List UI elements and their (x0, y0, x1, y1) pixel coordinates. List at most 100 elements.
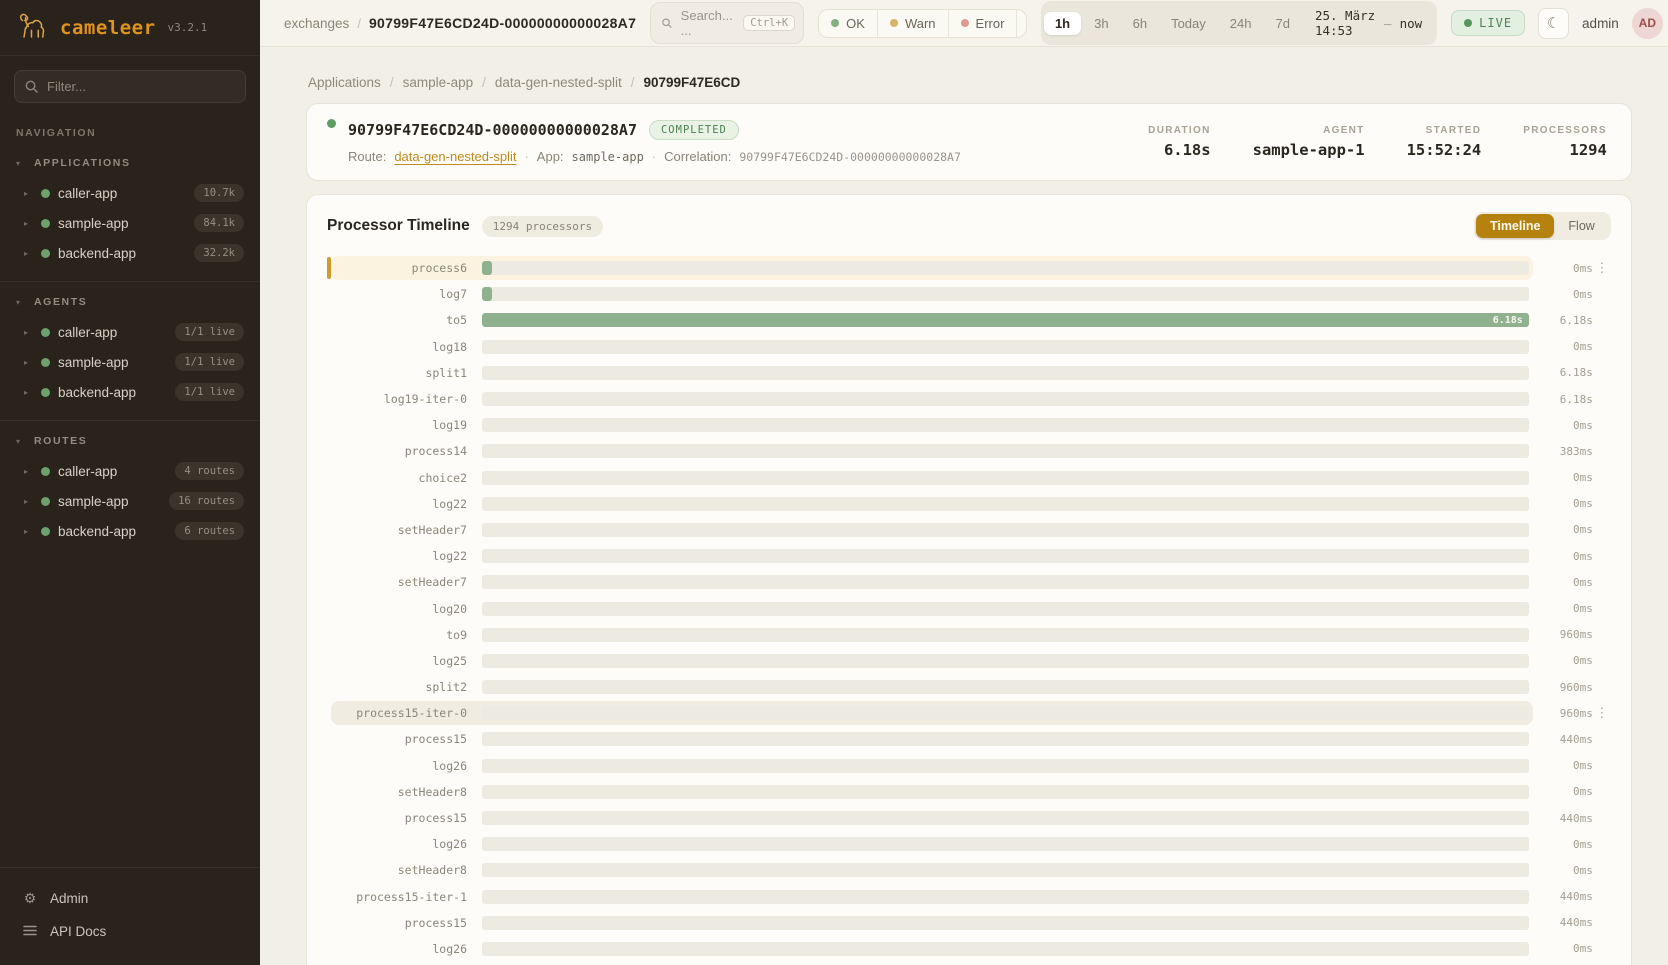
sidebar-item-sample-app[interactable]: ▸ sample-app 16 routes (10, 487, 250, 515)
sidebar-item-caller-app[interactable]: ▸ caller-app 10.7k (10, 179, 250, 207)
duration-value: 383ms (1543, 445, 1593, 458)
breadcrumb-sample-app[interactable]: sample-app (403, 75, 474, 90)
theme-toggle-button[interactable]: ☾ (1538, 8, 1569, 39)
camel-logo-icon (16, 10, 50, 45)
timeline-row-log22[interactable]: log22 0ms ⋮ (339, 543, 1611, 569)
processor-name: setHeader7 (339, 523, 467, 537)
breadcrumb-exchanges[interactable]: exchanges (284, 16, 349, 31)
filter-info[interactable] (1016, 10, 1027, 37)
search-box[interactable]: Search... ... Ctrl+K (650, 2, 804, 44)
duration-value: 0ms (1543, 471, 1593, 484)
timeline-row-setHeader8[interactable]: setHeader8 0ms ⋮ (339, 857, 1611, 883)
timeline-row-log26[interactable]: log26 0ms ⋮ (339, 936, 1611, 962)
navigation-label: NAVIGATION (0, 109, 260, 143)
route-link[interactable]: data-gen-nested-split (394, 149, 516, 164)
duration-track (482, 340, 1529, 354)
avatar[interactable]: AD (1632, 8, 1663, 39)
timeline-row-log22[interactable]: log22 0ms ⋮ (339, 491, 1611, 517)
tab-range-6h[interactable]: 6h (1122, 12, 1158, 35)
timeline-row-to5[interactable]: to5 6.18s 6.18s ⋮ (339, 307, 1611, 333)
tab-range-1h[interactable]: 1h (1044, 12, 1081, 35)
sidebar-section-label: ROUTES (34, 435, 87, 447)
sidebar-item-caller-app[interactable]: ▸ caller-app 4 routes (10, 457, 250, 485)
breadcrumb-route[interactable]: data-gen-nested-split (495, 75, 622, 90)
sidebar-sections: ▾ APPLICATIONS ▸ caller-app 10.7k ▸ samp… (0, 143, 260, 559)
timeline-row-split2[interactable]: split2 960ms ⋮ (339, 674, 1611, 700)
chevron-right-icon: ▸ (24, 189, 33, 198)
chevron-right-icon: ▸ (24, 527, 33, 536)
status-filter-group: OK Warn Error (818, 9, 1027, 38)
processor-name: log19 (339, 418, 467, 432)
duration-value: 960ms (1543, 628, 1593, 641)
sidebar: cameleer v3.2.1 NAVIGATION ▾ APPLICATION… (0, 0, 260, 965)
sidebar-section-header[interactable]: ▾ AGENTS (10, 292, 250, 316)
timeline-row-log19-iter-0[interactable]: log19-iter-0 6.18s ⋮ (339, 386, 1611, 412)
timeline-row-to9[interactable]: to9 960ms ⋮ (339, 622, 1611, 648)
sidebar-item-backend-app[interactable]: ▸ backend-app 1/1 live (10, 378, 250, 406)
filter-warn[interactable]: Warn (877, 10, 948, 37)
timeline-row-log18[interactable]: log18 0ms ⋮ (339, 334, 1611, 360)
kebab-menu-icon[interactable]: ⋮ (1593, 260, 1611, 276)
sidebar-section-header[interactable]: ▾ APPLICATIONS (10, 153, 250, 177)
breadcrumb-applications[interactable]: Applications (308, 75, 381, 90)
processor-name: setHeader7 (339, 575, 467, 589)
processor-name: setHeader8 (339, 785, 467, 799)
status-dot-icon (41, 358, 50, 367)
chevron-right-icon: ▸ (24, 467, 33, 476)
timeline-row-log26[interactable]: log26 0ms ⋮ (339, 753, 1611, 779)
sidebar-item-sample-app[interactable]: ▸ sample-app 84.1k (10, 209, 250, 237)
timeline-row-split1[interactable]: split1 6.18s ⋮ (339, 360, 1611, 386)
duration-value: 0ms (1543, 838, 1593, 851)
timeline-row-log26[interactable]: log26 0ms ⋮ (339, 831, 1611, 857)
stat-agent: AGENTsample-app-1 (1253, 125, 1365, 159)
tab-range-today[interactable]: Today (1160, 12, 1217, 35)
sidebar-section-header[interactable]: ▾ ROUTES (10, 431, 250, 455)
timeline-row-process15-iter-1[interactable]: process15-iter-1 440ms ⋮ (339, 884, 1611, 910)
logo[interactable]: cameleer v3.2.1 (0, 0, 260, 56)
duration-value: 0ms (1543, 576, 1593, 589)
kebab-menu-icon[interactable]: ⋮ (1593, 705, 1611, 721)
timeline-row-log20[interactable]: log20 0ms ⋮ (339, 595, 1611, 621)
processor-name: process15 (339, 732, 467, 746)
duration-value: 0ms (1543, 942, 1593, 955)
sidebar-item-backend-app[interactable]: ▸ backend-app 6 routes (10, 517, 250, 545)
tab-flow-view[interactable]: Flow (1554, 214, 1608, 238)
filter-error[interactable]: Error (948, 10, 1017, 37)
duration-value: 960ms (1543, 681, 1593, 694)
timeline-row-process15[interactable]: process15 440ms ⋮ (339, 726, 1611, 752)
status-badge: COMPLETED (649, 120, 739, 140)
filter-input[interactable] (14, 70, 246, 103)
timeline-row-process6[interactable]: process6 0ms ⋮ (339, 255, 1611, 281)
processor-name: process15-iter-0 (339, 706, 467, 720)
timeline-row-log7[interactable]: log7 0ms ⋮ (339, 281, 1611, 307)
sidebar-item-sample-app[interactable]: ▸ sample-app 1/1 live (10, 348, 250, 376)
timeline-row-setHeader7[interactable]: setHeader7 0ms ⋮ (339, 517, 1611, 543)
timeline-row-process15-iter-0[interactable]: process15-iter-0 960ms ⋮ (339, 700, 1611, 726)
sidebar-item-caller-app[interactable]: ▸ caller-app 1/1 live (10, 318, 250, 346)
tab-range-3h[interactable]: 3h (1083, 12, 1119, 35)
status-dot-icon (41, 219, 50, 228)
duration-value: 0ms (1543, 497, 1593, 510)
tab-range-7d[interactable]: 7d (1264, 12, 1300, 35)
timeline-row-log25[interactable]: log25 0ms ⋮ (339, 648, 1611, 674)
tab-timeline-view[interactable]: Timeline (1476, 214, 1554, 238)
timeline-row-process15[interactable]: process15 440ms ⋮ (339, 805, 1611, 831)
duration-value: 0ms (1543, 602, 1593, 615)
timeline-row-setHeader7[interactable]: setHeader7 0ms ⋮ (339, 569, 1611, 595)
processor-name: log26 (339, 837, 467, 851)
timeline-row-process14[interactable]: process14 383ms ⋮ (339, 438, 1611, 464)
timeline-row-process15[interactable]: process15 440ms ⋮ (339, 910, 1611, 936)
sidebar-item-admin[interactable]: ⚙ Admin (16, 882, 244, 915)
timeline-row-log19[interactable]: log19 0ms ⋮ (339, 412, 1611, 438)
count-badge: 1/1 live (175, 323, 244, 341)
date-range-display[interactable]: 25. März 14:53 — now (1303, 4, 1434, 42)
live-badge[interactable]: LIVE (1451, 10, 1525, 36)
tab-range-24h[interactable]: 24h (1219, 12, 1263, 35)
chevron-right-icon: ▸ (24, 219, 33, 228)
timeline-row-choice2[interactable]: choice2 0ms ⋮ (339, 465, 1611, 491)
filter-ok[interactable]: OK (819, 10, 877, 37)
chevron-right-icon: ▸ (24, 249, 33, 258)
timeline-row-setHeader8[interactable]: setHeader8 0ms ⋮ (339, 779, 1611, 805)
sidebar-item-api-docs[interactable]: API Docs (16, 915, 244, 947)
sidebar-item-backend-app[interactable]: ▸ backend-app 32.2k (10, 239, 250, 267)
